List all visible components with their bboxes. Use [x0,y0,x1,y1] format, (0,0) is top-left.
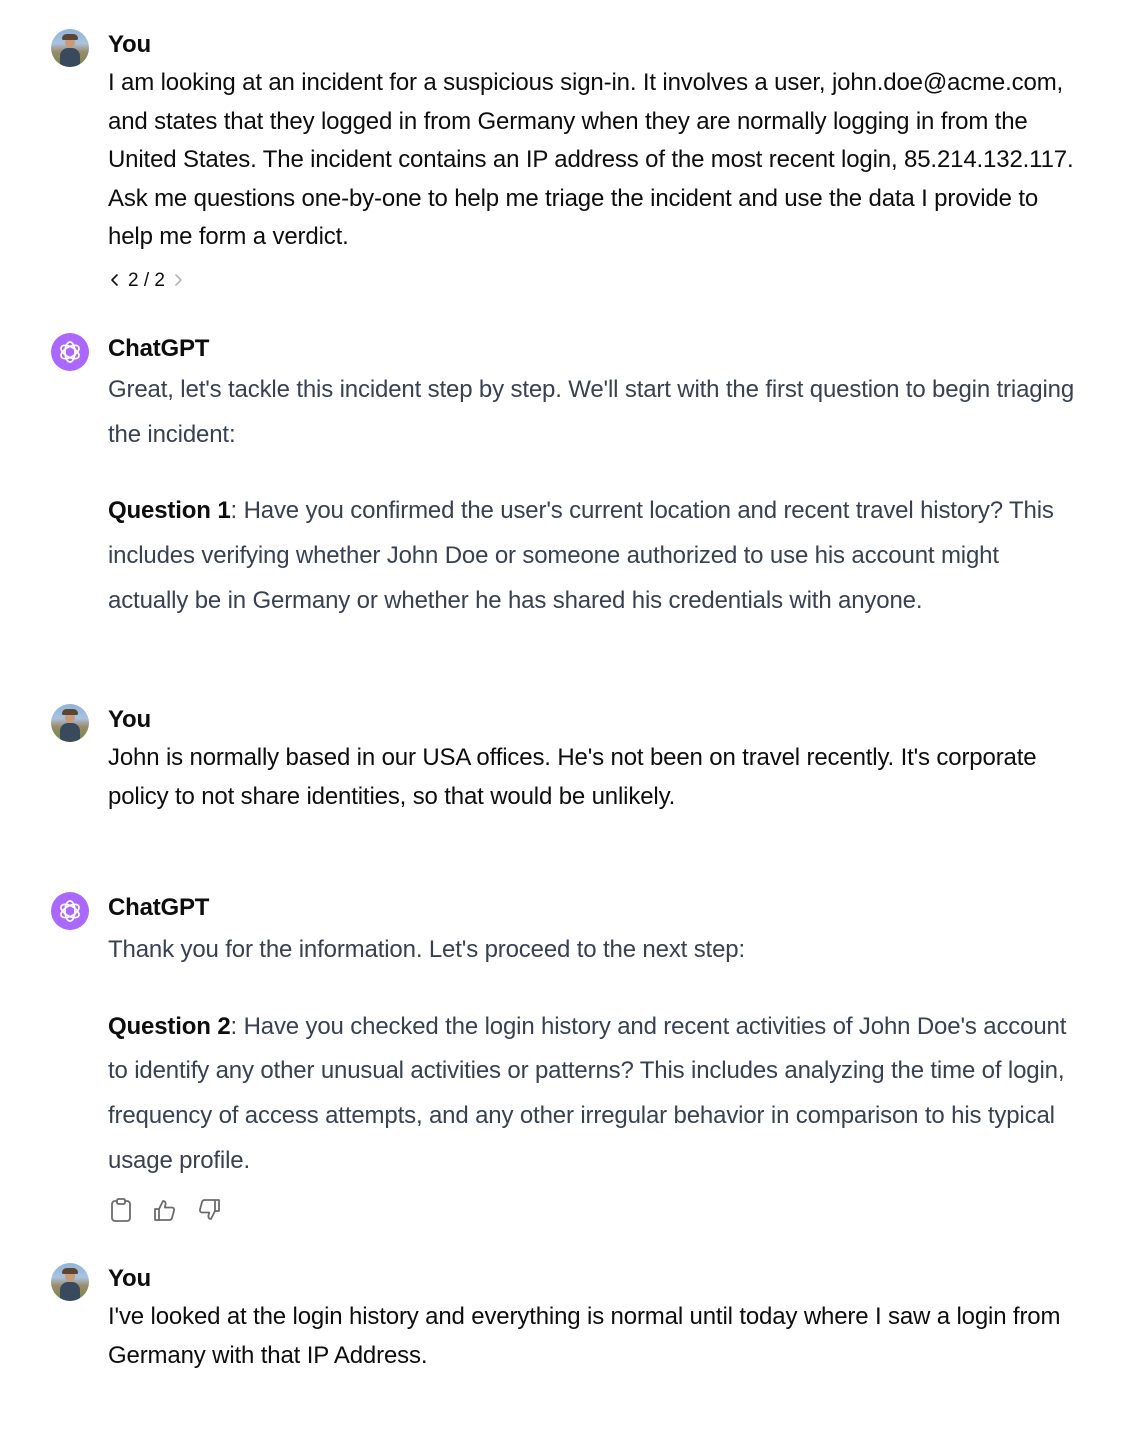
response-pager: 2 / 2 [110,270,183,292]
question-paragraph: Question 2: Have you checked the login h… [108,1005,1083,1184]
openai-logo-icon [51,892,89,930]
author-name: ChatGPT [108,335,210,362]
message-text: John is normally based in our USA office… [108,744,1037,810]
message-text: I've looked at the login history and eve… [108,1303,1061,1369]
message-actions [108,1196,222,1224]
clipboard-icon[interactable] [108,1196,134,1224]
author-name: You [108,31,151,58]
chevron-right-icon[interactable] [173,271,183,292]
question-label: Question 1 [108,497,231,525]
intro-text: Thank you for the information. Let's pro… [108,936,745,963]
chevron-left-icon[interactable] [110,271,120,292]
question-label: Question 2 [108,1012,231,1040]
question-paragraph: Question 1: Have you confirmed the user'… [108,489,1083,623]
thumbs-up-icon[interactable] [152,1196,178,1224]
message-text: Great, let's tackle this incident step b… [108,368,1083,624]
openai-logo-icon [51,333,89,371]
user-avatar [51,1263,89,1301]
pager-label: 2 / 2 [128,270,165,291]
user-avatar [51,29,89,67]
message-text: Thank you for the information. Let's pro… [108,928,1083,1184]
intro-text: Great, let's tackle this incident step b… [108,376,1075,448]
user-avatar [51,704,89,742]
author-name: You [108,706,151,733]
message-text: I am looking at an incident for a suspic… [108,69,1074,250]
question-text: : Have you confirmed the user's current … [108,497,1054,614]
thumbs-down-icon[interactable] [196,1196,222,1224]
author-name: ChatGPT [108,894,210,921]
author-name: You [108,1265,151,1292]
question-text: : Have you checked the login history and… [108,1012,1067,1174]
